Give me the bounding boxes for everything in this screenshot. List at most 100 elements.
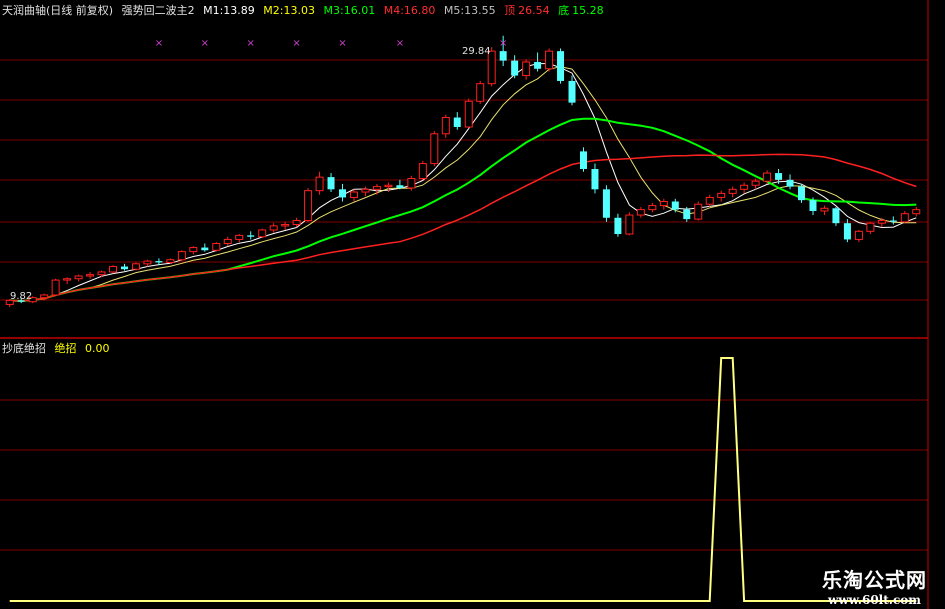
candle-body [97,271,106,276]
candle-body [499,51,507,61]
candle-body [453,117,461,128]
candle-body [418,163,427,179]
indicator-name: 强势回二波主2 [121,4,195,17]
candle-body [327,177,335,190]
candle-body [866,222,875,232]
candle-body [900,213,909,223]
ma1-line [9,63,917,302]
candle-body [166,259,175,263]
candle-body [258,229,267,238]
candle-body [396,185,404,188]
candle-body [223,238,232,245]
candle-body [798,186,806,201]
candle-body [534,61,542,69]
candle-body [579,151,587,169]
candle-body [476,83,485,102]
candle-body [786,179,794,187]
candle-body [339,189,347,198]
candle-body [441,117,450,135]
candle-body [304,190,313,221]
top-readout: 顶 26.54 [504,4,550,17]
sub-indicator-name: 绝招 [54,342,77,355]
candle-body [751,180,760,186]
signal-line [9,357,917,602]
candle-body [820,207,829,212]
candle-body [212,243,221,251]
main-chart-header: 天润曲轴(日线 前复权) 强势回二波主2 M1:13.89 M2:13.03 M… [2,4,609,17]
candle-body [131,263,140,270]
ma5-readout: M5:13.55 [443,4,496,17]
candle-body [235,234,244,240]
candle-body [143,260,152,265]
candle-body [349,191,358,198]
high-price-label: 29.84 [462,46,491,57]
signal-marker: × [338,38,346,49]
candle-body [247,235,255,237]
candle-body [315,176,324,192]
low-price-label: 9.82 [10,291,33,302]
sub-indicator-title: 抄底绝招 [2,342,46,355]
candle-body [557,51,565,81]
candle-body [361,188,370,193]
candle-body [281,224,290,227]
candle-body [568,80,576,103]
signal-marker: × [499,38,507,49]
candle-body [177,251,186,261]
candle-body [717,192,726,198]
ma2-readout: M2:13.03 [263,4,315,17]
candle-body [372,186,381,190]
sub-chart-header: 抄底绝招 绝招 0.00 [2,342,115,355]
candle-body [602,189,610,218]
candle-body [636,209,645,216]
candle-body [683,209,691,220]
watermark-url: www.60lt.com [828,593,921,607]
candle-body [522,61,531,77]
signal-marker: × [155,38,163,49]
candle-body [705,196,714,205]
ma1-readout: M1:13.89 [203,4,255,17]
candle-body [625,214,634,235]
candle-body [63,278,72,281]
ma4-readout: M4:16.80 [383,4,436,17]
candle-body [843,223,851,240]
candle-body [832,208,840,224]
ma3-line [9,117,917,303]
stock-name: 天润曲轴(日线 前复权) [2,4,114,17]
candle-body [877,219,886,224]
candle-body [912,209,921,215]
kline-chart: × × × × × × × [0,0,929,609]
candle-body [464,100,473,128]
candle-body [109,266,118,273]
signal-marker: × [396,38,404,49]
candle-body [120,266,128,270]
candle-body [545,50,554,70]
signal-marker: × [247,38,255,49]
candle-body [889,220,897,222]
bottom-readout: 底 15.28 [558,4,604,17]
ma2-line [9,66,917,302]
signal-marker: × [292,38,300,49]
candle-body [511,60,519,76]
candle-body [740,184,749,190]
candle-body [671,201,679,210]
sub-indicator-value: 0.00 [85,342,110,355]
candle-body [51,279,60,296]
candle-body [775,173,783,180]
watermark: 乐淘公式网 www.60lt.com [822,564,927,607]
candle-body [763,172,772,182]
candle-body [614,217,622,235]
candle-body [201,247,209,251]
ma3-readout: M3:16.01 [323,4,376,17]
candle-body [74,275,83,280]
candle-body [591,169,599,190]
candle-body [40,294,49,299]
candle-body [155,261,163,263]
candle-body [430,133,439,165]
candle-body [384,184,393,188]
signal-marker: × [201,38,209,49]
candle-body [809,200,817,211]
candle-body [659,201,668,207]
candle-body [407,177,416,189]
candle-body [854,230,863,240]
candle-body [189,247,198,253]
